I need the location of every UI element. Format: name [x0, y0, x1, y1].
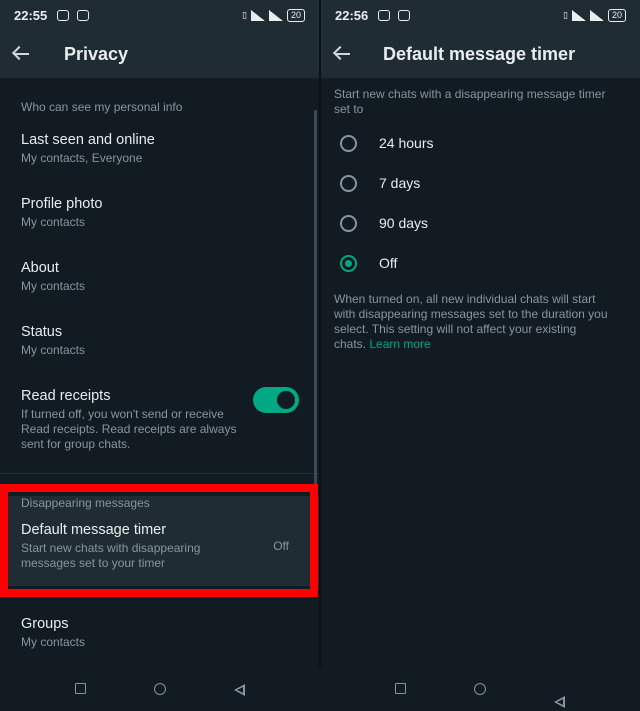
signal-icon [589, 9, 604, 21]
back-triangle-icon[interactable] [554, 696, 565, 708]
item-subtitle: My contacts, Everyone [21, 151, 143, 165]
timer-intro: Start new chats with a disappearing mess… [334, 87, 606, 116]
privacy-item-groups[interactable]: Groups My contacts [0, 615, 319, 668]
app-bar: Privacy [0, 30, 319, 78]
option-label: 24 hours [379, 135, 434, 151]
vibrate-icon: ▯ [563, 9, 568, 20]
radio-90-days[interactable] [340, 214, 357, 232]
timer-description: When turned on, all new individual chats… [321, 292, 621, 352]
privacy-item-about[interactable]: About My contacts [0, 259, 319, 323]
recents-square-icon[interactable] [75, 683, 86, 694]
item-subtitle: My contacts [21, 215, 86, 229]
scrollbar[interactable] [314, 110, 317, 486]
radio-24-hours[interactable] [340, 134, 357, 152]
highlight-box [0, 484, 318, 597]
learn-more-link[interactable]: Learn more [369, 337, 430, 351]
item-title: Last seen and online [21, 132, 155, 148]
option-label: Off [379, 255, 398, 271]
option-7-days[interactable]: 7 days [321, 163, 640, 203]
divider [0, 473, 319, 474]
option-label: 7 days [379, 175, 421, 191]
page-title: Privacy [64, 43, 129, 64]
status-time: 22:56 [335, 7, 369, 23]
image-icon [77, 9, 90, 21]
radio-off-selected[interactable] [340, 254, 357, 272]
privacy-item-status[interactable]: Status My contacts [0, 323, 319, 387]
option-off[interactable]: Off [321, 243, 640, 283]
shield-icon [57, 9, 70, 21]
item-title: Profile photo [21, 196, 103, 212]
status-bar: 22:55 ▯ 20 [0, 0, 319, 30]
home-circle-icon[interactable] [154, 683, 166, 695]
item-title: Groups [21, 616, 69, 632]
signal-icon [268, 9, 283, 21]
app-bar: Default message timer [321, 30, 640, 78]
section-header-personal-info: Who can see my personal info [21, 100, 183, 114]
back-arrow-icon[interactable] [12, 45, 30, 63]
system-nav-bar [0, 668, 640, 711]
page-title: Default message timer [383, 43, 576, 64]
option-label: 90 days [379, 215, 429, 231]
vibrate-icon: ▯ [242, 9, 247, 20]
radio-7-days[interactable] [340, 174, 357, 192]
option-24-hours[interactable]: 24 hours [321, 123, 640, 163]
item-title: About [21, 260, 59, 276]
status-time: 22:55 [14, 7, 48, 23]
option-90-days[interactable]: 90 days [321, 203, 640, 243]
status-bar: 22:56 ▯ 20 [321, 0, 640, 30]
item-subtitle: My contacts [21, 343, 86, 357]
recents-square-icon[interactable] [395, 683, 406, 694]
default-timer-screen: 22:56 ▯ 20 Default message timer Start n… [321, 0, 640, 668]
item-subtitle: My contacts [21, 635, 86, 649]
battery-icon: 20 [607, 8, 626, 22]
privacy-screen: 22:55 ▯ 20 Privacy Who can see my person… [0, 0, 319, 668]
item-subtitle: If turned off, you won't send or receive… [21, 407, 237, 451]
shield-icon [378, 9, 391, 21]
read-receipts-toggle[interactable] [253, 387, 299, 413]
toggle-knob [277, 391, 295, 409]
back-arrow-icon[interactable] [333, 45, 351, 63]
timer-options: 24 hours 7 days 90 days Off [321, 123, 640, 283]
privacy-item-last-seen[interactable]: Last seen and online My contacts, Everyo… [0, 131, 319, 195]
item-subtitle: My contacts [21, 279, 86, 293]
signal-icon [250, 9, 265, 21]
image-icon [398, 9, 411, 21]
privacy-item-read-receipts[interactable]: Read receipts If turned off, you won't s… [0, 387, 319, 473]
privacy-item-profile-photo[interactable]: Profile photo My contacts [0, 195, 319, 259]
home-circle-icon[interactable] [474, 683, 486, 695]
item-title: Status [21, 324, 63, 340]
signal-icon [571, 9, 586, 21]
battery-icon: 20 [286, 8, 305, 22]
back-triangle-icon[interactable] [234, 684, 245, 696]
